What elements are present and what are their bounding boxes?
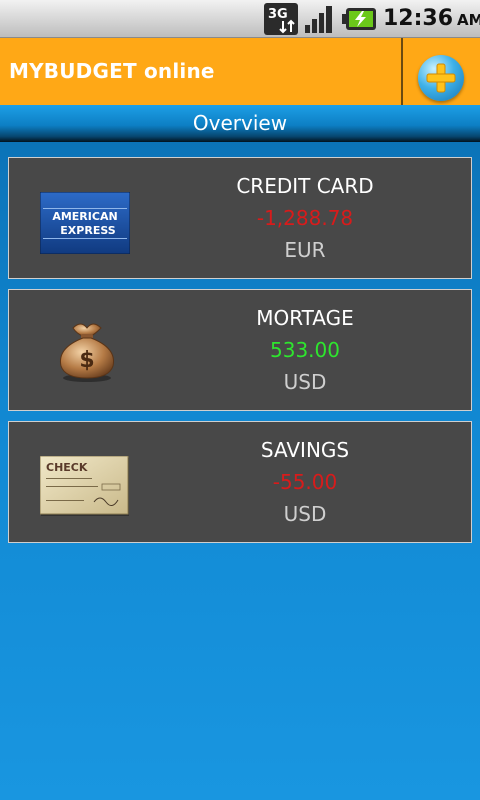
signal-strength-icon [304, 4, 336, 34]
check-icon: CHECK [39, 455, 130, 522]
clock-ampm: AM [457, 11, 480, 29]
main-content: AMERICAN EXPRESS CREDIT CARD -1,288.78 E… [0, 142, 480, 800]
3g-data-icon: 3G [264, 3, 298, 35]
app-header: MYBUDGET online [0, 38, 480, 105]
svg-text:$: $ [79, 348, 94, 373]
plus-icon [426, 63, 456, 93]
account-card-savings[interactable]: CHECK SAVINGS -55.00 USD [8, 421, 472, 543]
clock-time: 12:36 [383, 6, 454, 31]
amex-text-2: EXPRESS [60, 224, 115, 237]
account-amount: -1,288.78 [256, 206, 354, 230]
account-name: MORTAGE [256, 306, 354, 330]
account-currency: EUR [284, 238, 326, 262]
account-currency: USD [283, 370, 327, 394]
account-card-credit-card[interactable]: AMERICAN EXPRESS CREDIT CARD -1,288.78 E… [8, 157, 472, 279]
header-divider [401, 38, 403, 105]
account-amount: 533.00 [270, 338, 340, 362]
account-amount: -55.00 [272, 470, 338, 494]
battery-charging-icon [342, 8, 376, 30]
status-clock: 12:36 AM [383, 4, 480, 34]
money-bag-icon: $ [51, 314, 121, 388]
section-bar: Overview [0, 105, 480, 142]
amex-text-1: AMERICAN [52, 210, 117, 223]
status-bar: 3G 12:36 AM [0, 0, 480, 38]
account-currency: USD [283, 502, 327, 526]
american-express-card-icon: AMERICAN EXPRESS [39, 191, 131, 258]
account-name: CREDIT CARD [236, 174, 374, 198]
account-name: SAVINGS [260, 438, 350, 462]
network-type-label: 3G [268, 7, 288, 22]
check-text: CHECK [46, 461, 88, 474]
add-account-button[interactable] [418, 55, 464, 101]
section-title: Overview [192, 111, 288, 135]
account-card-mortage[interactable]: $ MORTAGE 533.00 USD [8, 289, 472, 411]
app-title: MYBUDGET online [9, 59, 215, 83]
